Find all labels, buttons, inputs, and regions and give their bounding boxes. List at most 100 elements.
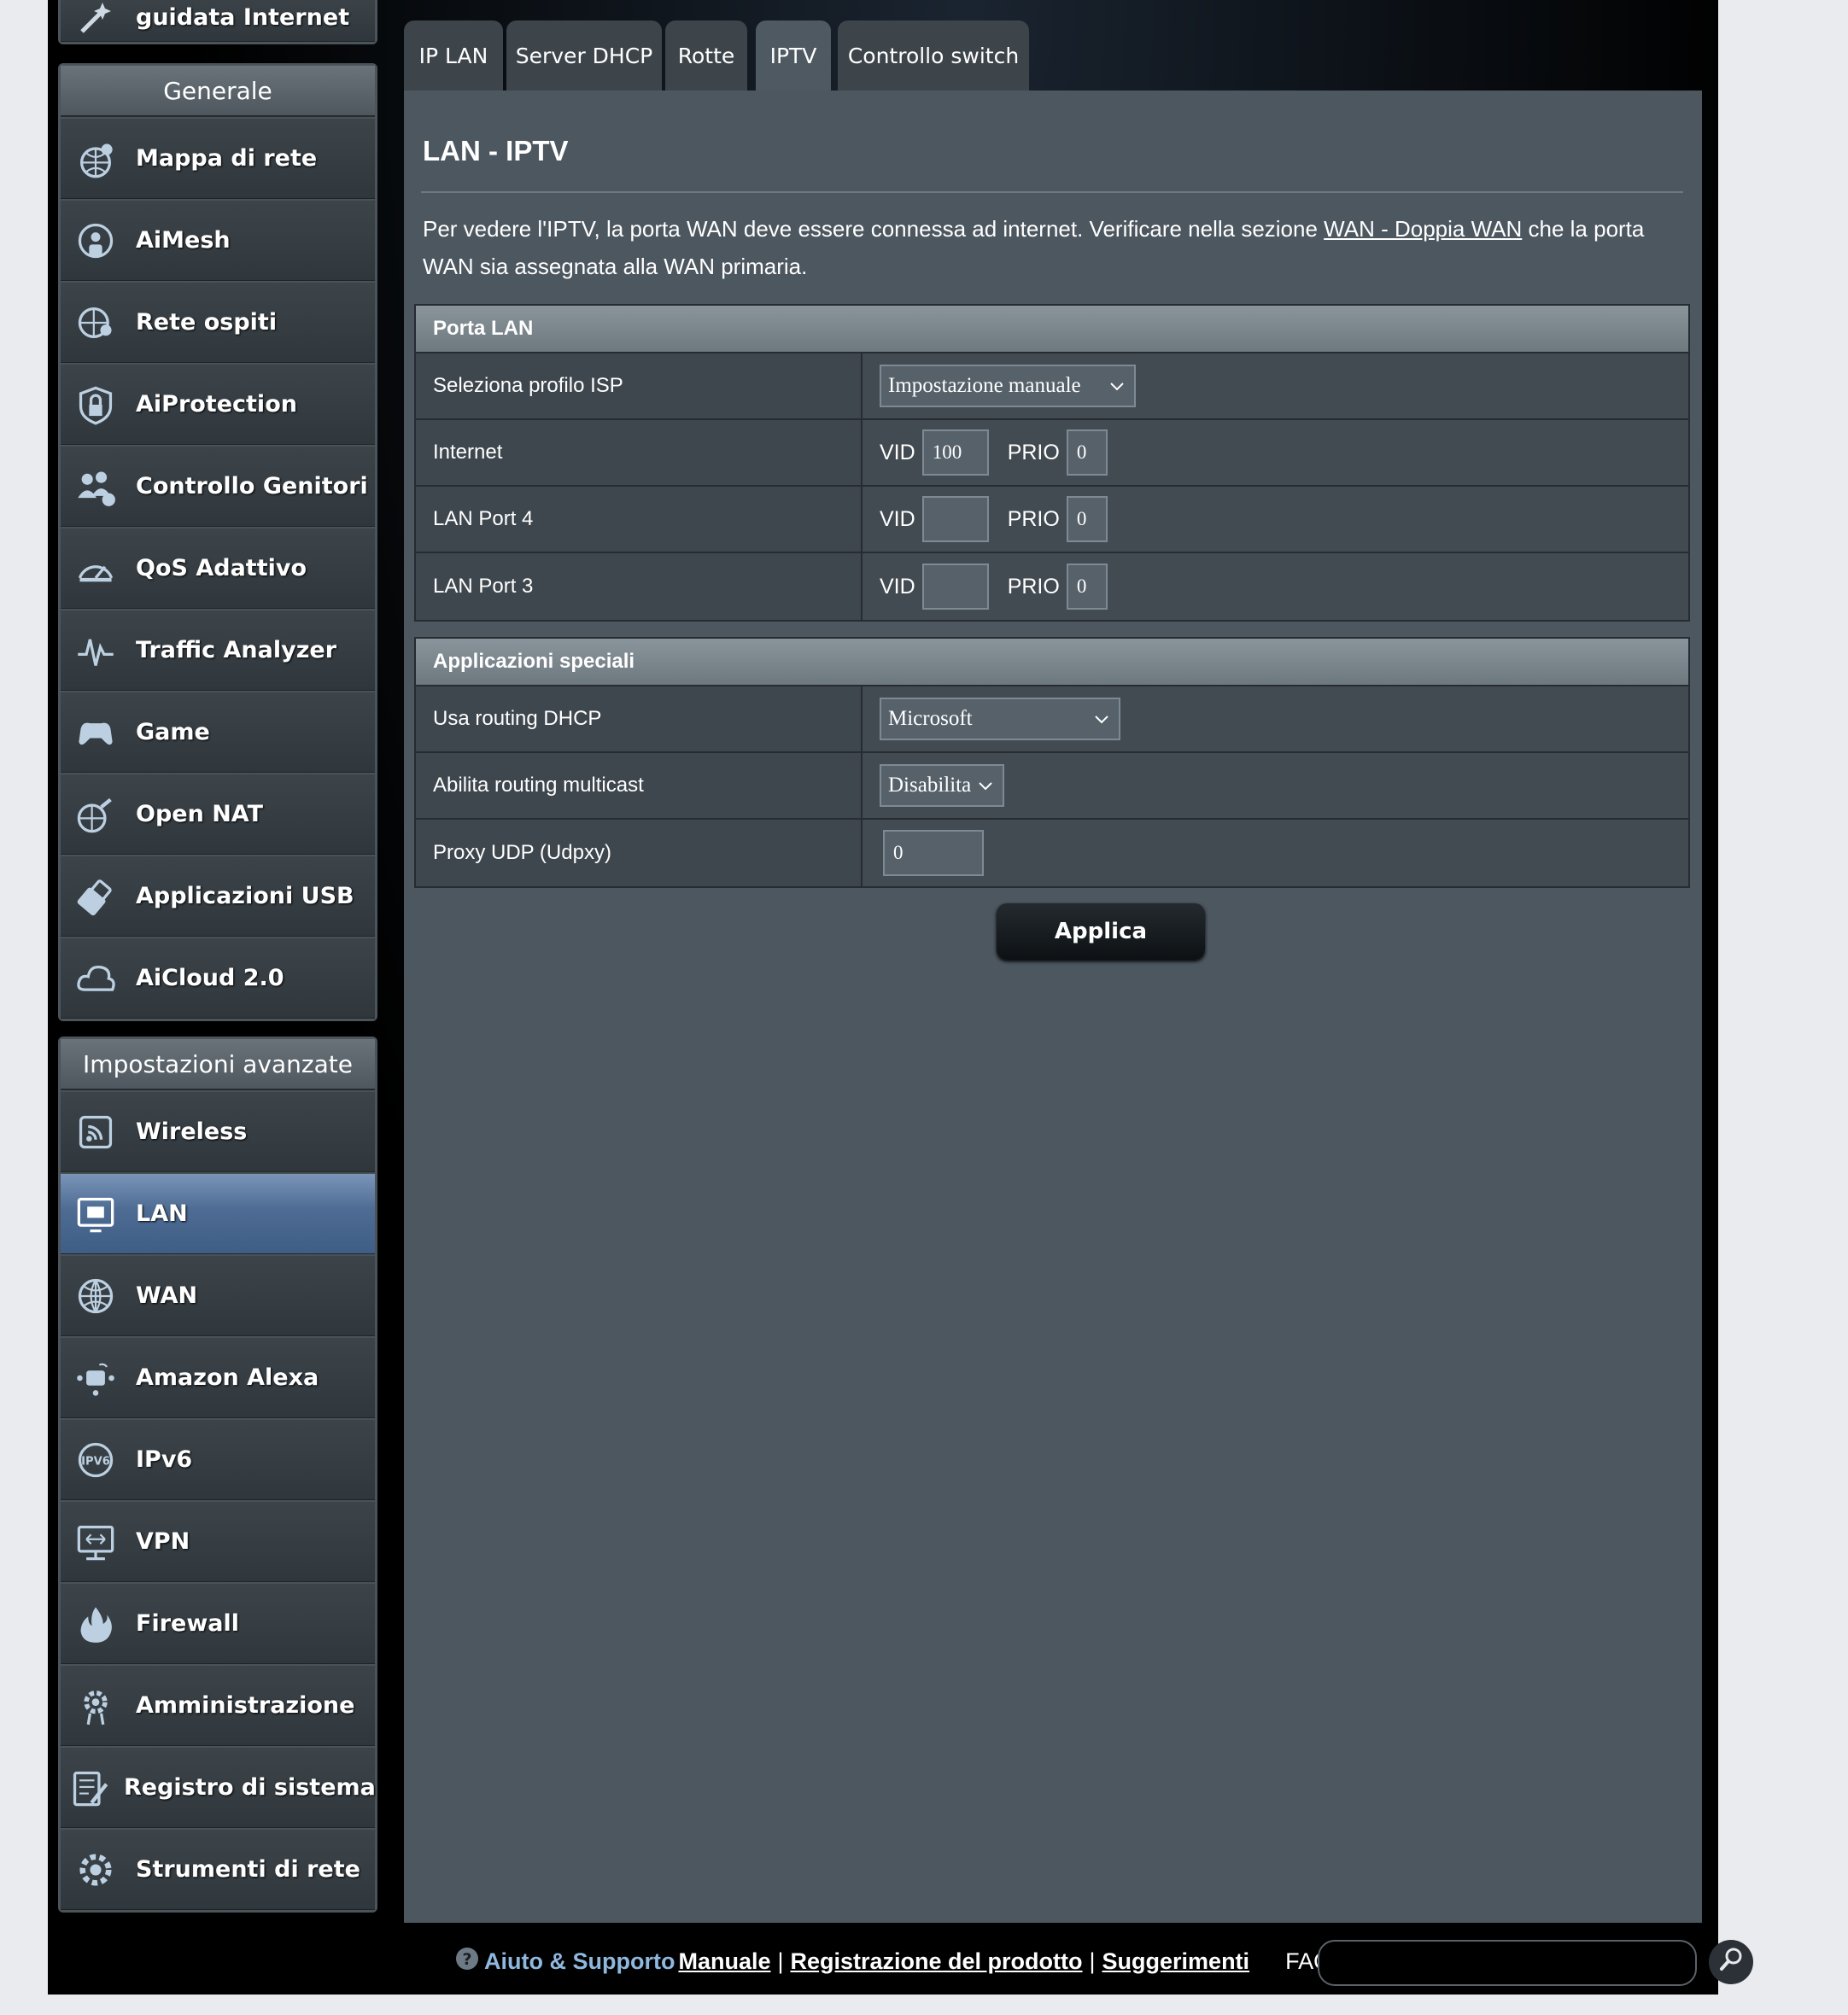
tab-rotte[interactable]: Rotte: [665, 20, 747, 91]
svg-text:?: ?: [462, 1950, 471, 1969]
open-nat-icon: [69, 788, 122, 841]
vlan-row-label: Internet: [416, 420, 863, 485]
tab-server-dhcp[interactable]: Server DHCP: [506, 20, 662, 91]
sidebar-item-game[interactable]: Game: [61, 691, 375, 773]
isp-profile-row: Seleziona profilo ISP Impostazione manua…: [416, 353, 1688, 420]
sidebar-item-aiprotection[interactable]: AiProtection: [61, 363, 375, 445]
tab-label: Rotte: [677, 43, 735, 68]
apply-button[interactable]: Applica: [997, 903, 1205, 960]
footer-separator: |: [1089, 1948, 1096, 1974]
sidebar-item-label: Registro di sistema: [124, 1774, 376, 1801]
sidebar-item-label: Wireless: [136, 1118, 248, 1145]
tab-ip-lan[interactable]: IP LAN: [404, 20, 503, 91]
iptv-settings-panel: LAN - IPTV Per vedere l'IPTV, la porta W…: [404, 91, 1702, 1923]
sidebar-item-lan[interactable]: LAN: [61, 1172, 375, 1254]
traffic-analyzer-icon: [69, 624, 122, 677]
sidebar-item-firewall[interactable]: Firewall: [61, 1582, 375, 1664]
sidebar-item-aimesh[interactable]: AiMesh: [61, 199, 375, 281]
sidebar-item-wan[interactable]: WAN: [61, 1254, 375, 1336]
sidebar-item-label: WAN: [136, 1282, 198, 1309]
faq-search-button[interactable]: [1709, 1940, 1753, 1984]
tab-label: Server DHCP: [515, 43, 653, 68]
sidebar-item-amazon-alexa[interactable]: Amazon Alexa: [61, 1336, 375, 1418]
vid-input-internet[interactable]: 100: [921, 429, 989, 476]
dhcp-routing-label: Usa routing DHCP: [416, 686, 863, 751]
suggestions-link[interactable]: Suggerimenti: [1102, 1948, 1250, 1975]
alexa-icon: [69, 1352, 122, 1405]
prio-label: PRIO: [1007, 506, 1060, 531]
router-admin-frame: guidata Internet Generale Mappa di rete A…: [48, 0, 1753, 1995]
cloud-icon: [69, 952, 122, 1005]
multicast-routing-value: Disabilita: [888, 774, 972, 797]
ipv6-icon: IPV6: [69, 1434, 122, 1486]
vid-input-lan-port-4[interactable]: [921, 496, 989, 542]
wan-dual-wan-link[interactable]: WAN - Doppia WAN: [1324, 216, 1522, 242]
sidebar-item-applicazioni-usb[interactable]: Applicazioni USB: [61, 855, 375, 937]
udpxy-input[interactable]: 0: [883, 830, 984, 876]
aiprotection-lock-icon: [69, 378, 122, 431]
chevron-down-icon: [1093, 710, 1110, 733]
sidebar-item-label: Amministrazione: [136, 1692, 355, 1719]
svg-text:IPV6: IPV6: [81, 1455, 110, 1468]
prio-input-lan-port-4[interactable]: 0: [1066, 496, 1108, 542]
help-circle-icon: ?: [455, 1947, 479, 1977]
tab-label: Controllo switch: [847, 43, 1020, 68]
sidebar-item-label: IPv6: [136, 1446, 193, 1473]
description-text: Per vedere l'IPTV, la porta WAN deve ess…: [423, 216, 1325, 242]
prio-input-internet[interactable]: 0: [1066, 429, 1108, 476]
sidebar-item-registro-di-sistema[interactable]: Registro di sistema: [61, 1746, 376, 1828]
sidebar-item-strumenti-di-rete[interactable]: Strumenti di rete: [61, 1828, 375, 1910]
multicast-routing-label: Abilita routing multicast: [416, 753, 863, 818]
sidebar-item-amministrazione[interactable]: Amministrazione: [61, 1664, 375, 1746]
sidebar-item-controllo-genitori[interactable]: Controllo Genitori: [61, 445, 375, 527]
wizard-wand-icon: [69, 0, 122, 44]
tab-label: IP LAN: [418, 43, 488, 68]
vid-input-lan-port-3[interactable]: [921, 564, 989, 610]
sidebar-item-label: Controllo Genitori: [136, 473, 368, 499]
faq-search-input[interactable]: [1318, 1940, 1697, 1986]
sidebar-item-vpn[interactable]: VPN: [61, 1500, 375, 1582]
aimesh-icon: [69, 214, 122, 267]
chevron-down-icon: [1108, 377, 1126, 400]
sidebar-item-label: AiCloud 2.0: [136, 965, 284, 991]
qos-gauge-icon: [69, 542, 122, 595]
sidebar-item-aicloud-2-0[interactable]: AiCloud 2.0: [61, 937, 375, 1019]
product-registration-link[interactable]: Registrazione del prodotto: [791, 1948, 1083, 1975]
vlan-row-internet: Internet VID 100 PRIO 0: [416, 420, 1688, 487]
sidebar-item-label: Open NAT: [136, 801, 264, 827]
page-title: LAN - IPTV: [423, 135, 569, 166]
prio-input-lan-port-3[interactable]: 0: [1066, 564, 1108, 610]
dhcp-routing-select[interactable]: Microsoft: [880, 698, 1120, 740]
multicast-routing-select[interactable]: Disabilita: [880, 764, 1004, 807]
vpn-icon: [69, 1516, 122, 1568]
isp-profile-select[interactable]: Impostazione manuale: [880, 365, 1136, 407]
prio-label: PRIO: [1007, 440, 1060, 464]
sidebar-item-traffic-analyzer[interactable]: Traffic Analyzer: [61, 609, 375, 691]
sidebar-item-rete-ospiti[interactable]: Rete ospiti: [61, 281, 375, 363]
sidebar-item-mappa-di-rete[interactable]: Mappa di rete: [61, 117, 375, 199]
sidebar-item-open-nat[interactable]: Open NAT: [61, 773, 375, 855]
parental-control-icon: [69, 460, 122, 513]
tab-iptv[interactable]: IPTV: [756, 20, 831, 91]
porta-lan-header: Porta LAN: [416, 306, 1688, 353]
sidebar-quick-setup-box: guidata Internet: [58, 0, 377, 44]
system-log-icon: [69, 1761, 110, 1814]
chevron-down-icon: [977, 776, 994, 800]
sidebar-item-label: Firewall: [136, 1610, 239, 1637]
udpxy-label: Proxy UDP (Udpxy): [416, 820, 863, 886]
isp-profile-label: Seleziona profilo ISP: [416, 353, 863, 418]
vid-label: VID: [880, 440, 915, 464]
sidebar-item-label: Applicazioni USB: [136, 883, 354, 909]
dhcp-routing-value: Microsoft: [888, 707, 973, 730]
sidebar-general-section: Generale Mappa di rete AiMesh Rete ospiti A…: [58, 63, 377, 1021]
sidebar-item-ipv6[interactable]: IPV6 IPv6: [61, 1418, 375, 1500]
manual-link[interactable]: Manuale: [678, 1948, 770, 1975]
title-divider: [421, 191, 1683, 193]
vlan-row-label: LAN Port 3: [416, 553, 863, 620]
sidebar-item-wireless[interactable]: Wireless: [61, 1090, 375, 1172]
sidebar-item-label: QoS Adattivo: [136, 555, 307, 581]
sidebar-item-qos-adattivo[interactable]: QoS Adattivo: [61, 527, 375, 609]
sidebar-item-quick-internet-setup[interactable]: guidata Internet: [61, 0, 375, 42]
tab-controllo-switch[interactable]: Controllo switch: [838, 20, 1029, 91]
sidebar-item-label: Amazon Alexa: [136, 1364, 319, 1391]
